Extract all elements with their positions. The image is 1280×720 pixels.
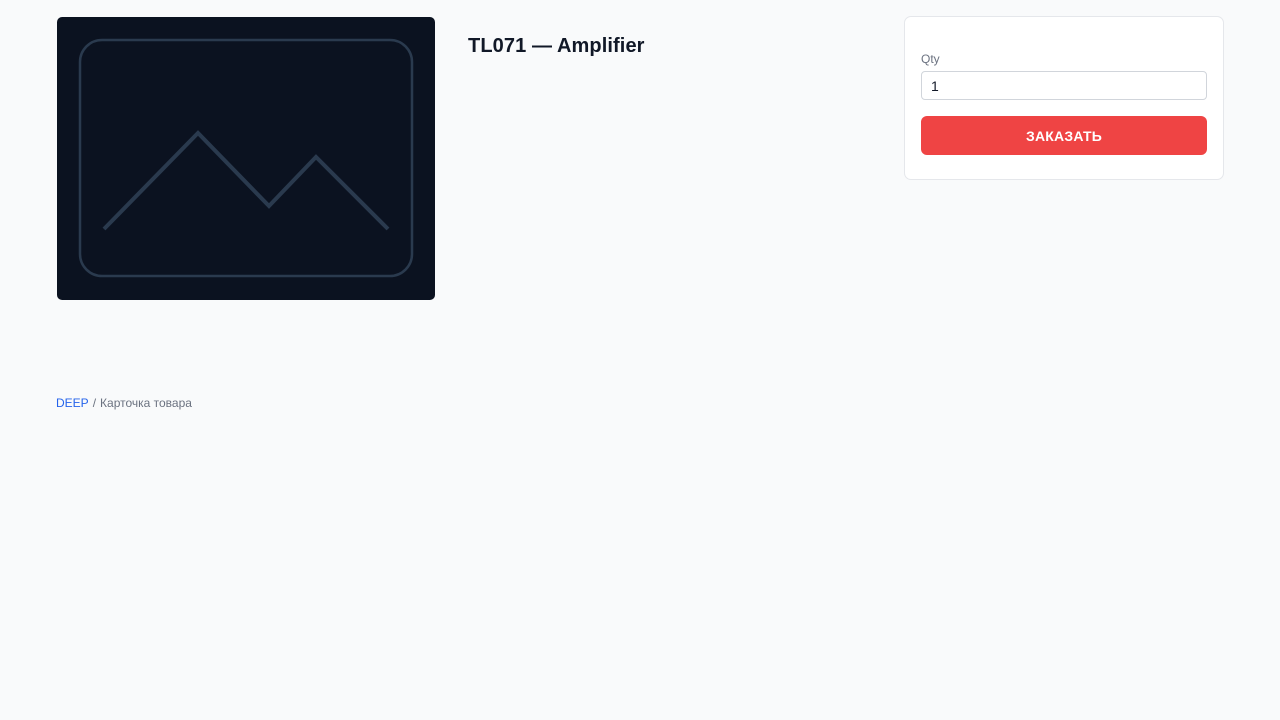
qty-input[interactable] xyxy=(921,71,1207,100)
order-button[interactable]: ЗАКАЗАТЬ xyxy=(921,116,1207,155)
product-image xyxy=(57,17,435,300)
breadcrumb: DEEP / Карточка товара xyxy=(56,396,192,410)
product-page: TL071 — Amplifier Qty ЗАКАЗАТЬ DEEP/Карт… xyxy=(0,0,1280,720)
image-placeholder-icon xyxy=(78,38,414,278)
breadcrumb-home-link[interactable]: DEEP xyxy=(56,396,89,410)
breadcrumb-current: Карточка товара xyxy=(100,396,192,410)
product-title: TL071 — Amplifier xyxy=(468,35,645,57)
breadcrumb-separator: / xyxy=(92,396,97,410)
order-card: Qty ЗАКАЗАТЬ xyxy=(904,16,1224,180)
qty-label: Qty xyxy=(921,52,940,66)
